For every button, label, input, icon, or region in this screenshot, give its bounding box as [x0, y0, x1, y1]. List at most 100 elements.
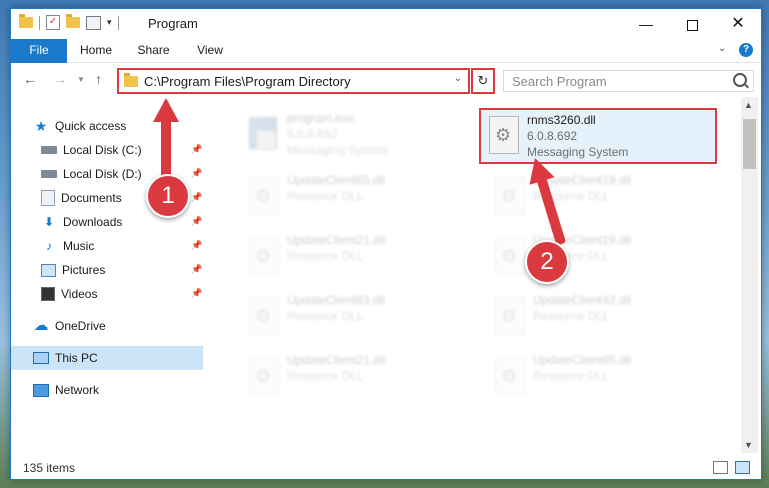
minimize-button[interactable]: — [623, 9, 669, 39]
file-name: UpdateClient21.dll [287, 353, 386, 367]
file-description: Resource DLL [287, 369, 364, 383]
large-icons-view-icon[interactable] [735, 461, 750, 474]
downloads-icon: ⬇ [43, 215, 55, 229]
tab-share[interactable]: Share [126, 39, 181, 62]
sidebar-item-quick-access[interactable]: ★ Quick access [33, 114, 225, 138]
scroll-down-icon[interactable]: ▼ [744, 440, 753, 450]
address-history-chevron-icon[interactable]: ⌄ [454, 73, 462, 84]
toolbar-divider [39, 15, 40, 30]
dll-file-icon [491, 357, 525, 397]
back-arrow-icon[interactable]: ← [23, 71, 37, 87]
file-name: UpdateClient65.dll [287, 173, 386, 187]
sidebar-item-label: This PC [55, 351, 98, 365]
sidebar-item-local-disk-c[interactable]: Local Disk (C:) 📌 [41, 138, 203, 162]
annotation-badge-2: 2 [525, 240, 569, 284]
dll-file-icon [245, 177, 279, 217]
file-version: 6.0.8.692 [527, 129, 578, 143]
address-bar[interactable]: C:\Program Files\Program Directory ⌄ [117, 68, 470, 94]
dll-file-icon [245, 237, 279, 277]
dll-file-icon [491, 177, 525, 217]
navigation-pane: ★ Quick access Local Disk (C:) 📌 Local D… [11, 97, 211, 453]
file-description: Resource DLL [533, 309, 610, 323]
help-icon[interactable]: ? [739, 43, 753, 57]
sidebar-item-label: Documents [61, 191, 122, 205]
dll-file-icon [491, 297, 525, 337]
sidebar-item-pictures[interactable]: Pictures 📌 [41, 258, 203, 282]
file-item[interactable]: UpdateClient63.dll Resource DLL [237, 291, 472, 346]
file-name: UpdateClient63.dll [287, 293, 386, 307]
music-icon: ♪ [46, 239, 52, 253]
item-count: 135 items [23, 461, 76, 475]
disk-icon [41, 146, 57, 154]
customize-toolbar-chevron-icon[interactable]: ▾ [107, 17, 112, 28]
toolbar-divider [117, 15, 119, 30]
scroll-thumb[interactable] [743, 119, 756, 169]
file-description: Resource DLL [533, 369, 610, 383]
expand-ribbon-chevron-icon[interactable]: ⌄ [718, 43, 726, 54]
folder-icon [124, 72, 138, 87]
file-description: Messaging System [287, 143, 389, 157]
annotation-arrow-1-head [153, 98, 179, 122]
address-path[interactable]: C:\Program Files\Program Directory [144, 74, 351, 89]
folder-icon[interactable] [19, 14, 33, 28]
maximize-button[interactable] [669, 9, 715, 39]
new-folder-icon[interactable] [66, 14, 80, 28]
file-item[interactable]: UpdateClient65.dll Resource DLL [483, 351, 718, 406]
annotation-arrow-1 [161, 120, 171, 180]
up-arrow-icon[interactable]: ↑ [95, 71, 102, 87]
file-name: UpdateClient21.dll [287, 233, 386, 247]
star-icon: ★ [34, 118, 48, 134]
explorer-window: ✓ ▾ Program — ✕ File Home Share View ⌄ ?… [10, 8, 762, 480]
file-item[interactable]: UpdateClient21.dll Resource DLL [237, 351, 472, 406]
scroll-up-icon[interactable]: ▲ [744, 100, 753, 110]
details-view-icon[interactable] [713, 461, 728, 474]
pictures-icon [41, 263, 56, 277]
forward-arrow-icon[interactable]: → [53, 71, 67, 87]
file-name: rnms3260.dll [527, 113, 596, 127]
pin-icon[interactable]: 📌 [191, 192, 202, 203]
file-description: Resource DLL [287, 249, 364, 263]
pin-icon[interactable]: 📌 [191, 240, 202, 251]
highlighted-file-item[interactable]: rnms3260.dll 6.0.8.692 Messaging System [479, 108, 717, 164]
sidebar-item-music[interactable]: ♪ Music 📌 [41, 234, 203, 258]
properties-check-icon[interactable]: ✓ [46, 15, 60, 30]
tab-view[interactable]: View [186, 39, 234, 62]
file-item[interactable]: program.exe 6.0.8.692 Messaging System [237, 109, 472, 164]
pin-icon[interactable]: 📌 [191, 264, 202, 275]
search-icon [733, 73, 747, 87]
file-description: Resource DLL [287, 189, 364, 203]
pin-icon[interactable]: 📌 [191, 168, 202, 179]
file-item[interactable]: UpdateClient42.dll Resource DLL [483, 291, 718, 346]
vertical-scrollbar[interactable]: ▲ ▼ [741, 97, 758, 453]
sidebar-item-label: Local Disk (D:) [63, 167, 142, 181]
file-name: program.exe [287, 111, 355, 125]
recent-locations-chevron-icon[interactable]: ▼ [77, 75, 85, 84]
sidebar-item-network[interactable]: Network [33, 378, 225, 402]
file-item[interactable]: UpdateClient21.dll Resource DLL [237, 231, 472, 286]
search-input[interactable]: Search Program [503, 70, 754, 92]
application-icon [245, 115, 279, 155]
documents-icon [41, 190, 55, 206]
file-item[interactable]: UpdateClient65.dll Resource DLL [237, 171, 472, 226]
sidebar-item-label: Downloads [63, 215, 123, 229]
close-button[interactable]: ✕ [715, 9, 761, 39]
sidebar-item-videos[interactable]: Videos 📌 [41, 282, 203, 306]
file-name: UpdateClient42.dll [533, 293, 632, 307]
tab-home[interactable]: Home [71, 39, 121, 62]
sidebar-item-this-pc[interactable]: This PC [11, 346, 203, 370]
file-item[interactable]: UpdateClient19.dll Resource DLL [483, 231, 718, 286]
sidebar-item-label: Pictures [62, 263, 106, 277]
pin-icon[interactable]: 📌 [191, 144, 202, 155]
properties-icon[interactable] [86, 15, 101, 30]
refresh-button[interactable]: ↻ [471, 68, 495, 94]
cloud-icon: ☁ [33, 317, 49, 334]
sidebar-item-onedrive[interactable]: ☁ OneDrive [33, 314, 225, 338]
file-item[interactable]: UpdateClient19.dll Resource DLL [483, 171, 718, 226]
pin-icon[interactable]: 📌 [191, 216, 202, 227]
sidebar-item-label: Videos [61, 287, 98, 301]
ribbon-tabs: File Home Share View ⌄ ? [11, 39, 761, 94]
navigation-bar: ← → ▼ ↑ C:\Program Files\Program Directo… [11, 63, 761, 96]
videos-icon [41, 287, 55, 301]
computer-icon [33, 352, 49, 364]
pin-icon[interactable]: 📌 [191, 288, 202, 299]
